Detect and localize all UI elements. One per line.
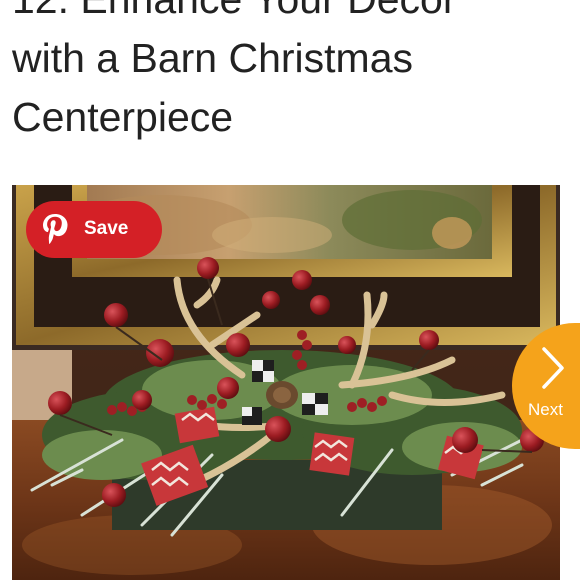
title-line-1: 12. Enhance Your Decor (12, 0, 572, 29)
chevron-right-icon (542, 347, 564, 389)
article-title: 12. Enhance Your Decor with a Barn Chris… (12, 0, 572, 147)
title-line-3: Centerpiece (12, 94, 234, 140)
save-label: Save (84, 218, 129, 239)
next-label: Next (528, 400, 563, 419)
pinterest-icon (43, 214, 68, 244)
pinterest-save-button[interactable]: Save (26, 201, 162, 258)
page: 12. Enhance Your Decor with a Barn Chris… (0, 0, 580, 580)
title-line-2: with a Barn Christmas (12, 35, 414, 81)
